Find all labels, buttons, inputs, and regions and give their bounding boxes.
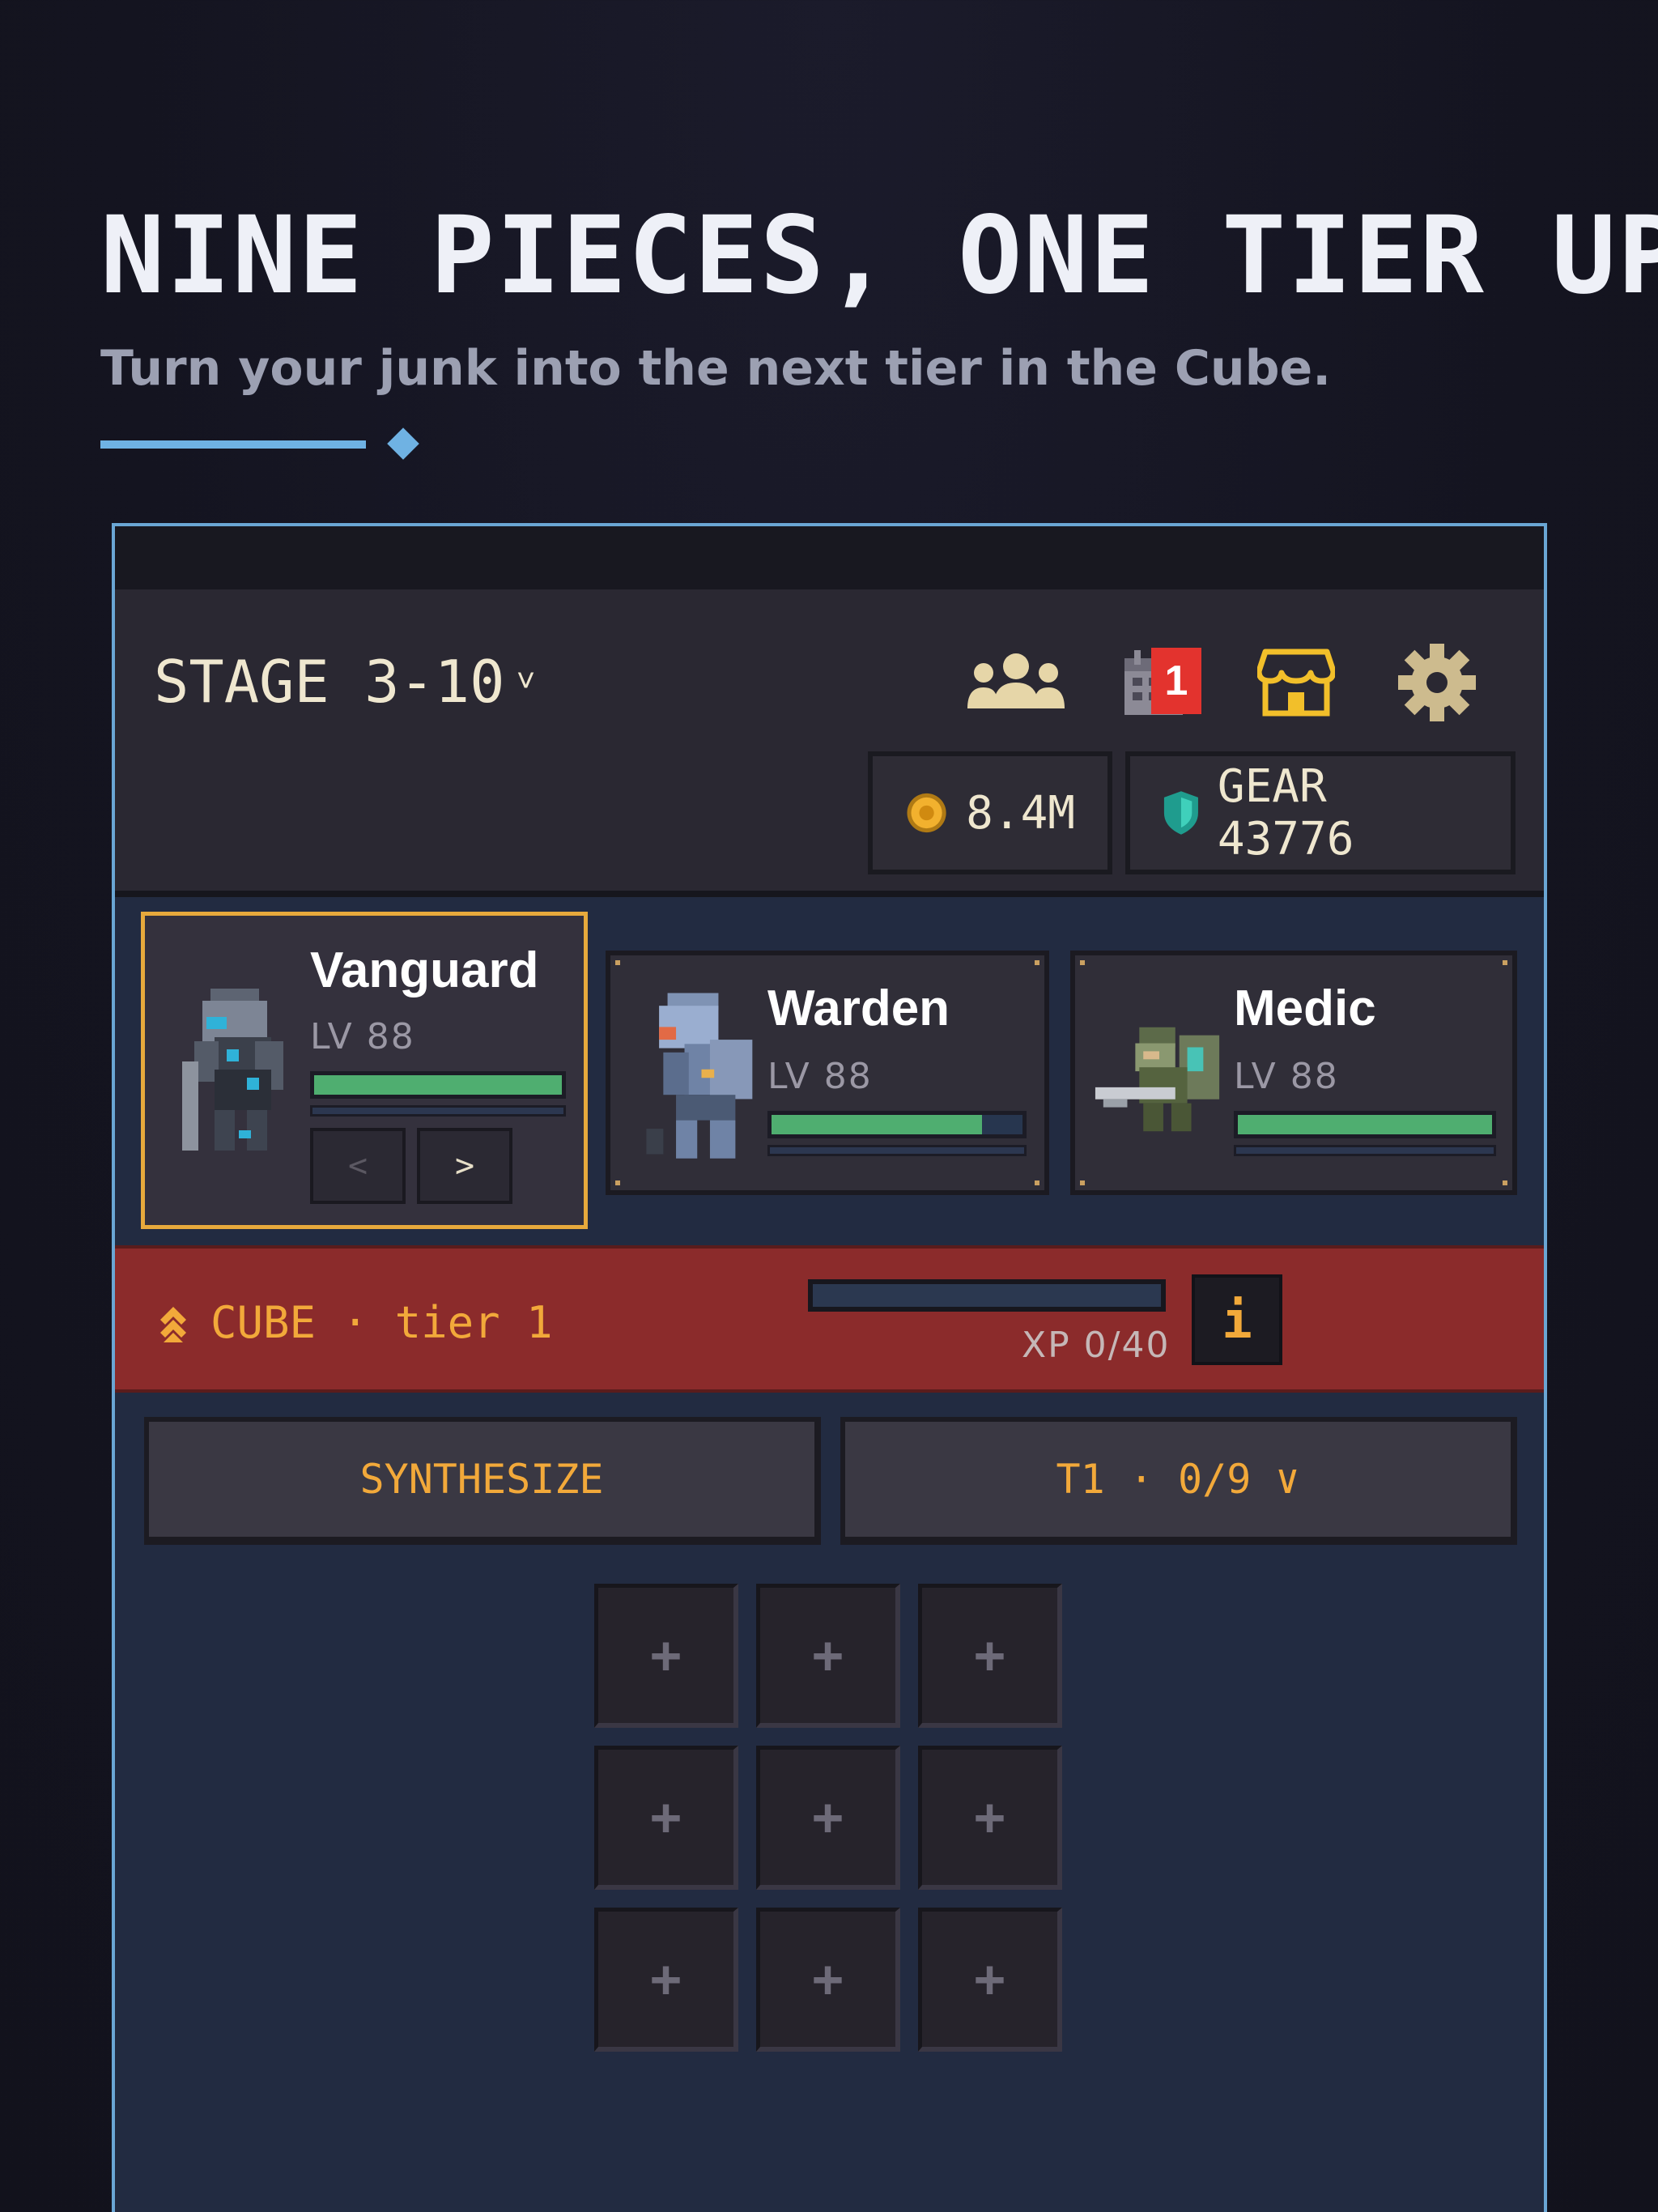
xp-bar (1234, 1145, 1496, 1156)
empty-slot[interactable]: + (594, 1908, 738, 2052)
cube-xp-bar (808, 1279, 1166, 1312)
cube-tier-label: CUBE · tier 1 (210, 1297, 553, 1348)
friends-button[interactable] (963, 630, 1069, 735)
xp-bar (310, 1105, 566, 1117)
prev-hero-button[interactable]: < (310, 1128, 406, 1204)
hp-fill (314, 1075, 562, 1095)
warden-portrait (646, 993, 753, 1159)
corner-rivet (1035, 1180, 1039, 1185)
cube-header: CUBE · tier 1 XP 0/40 i (115, 1245, 1544, 1393)
hp-bar (1234, 1111, 1496, 1138)
cube-xp-text: XP 0/40 (1022, 1325, 1171, 1366)
corner-rivet (615, 1180, 620, 1185)
empty-slot[interactable]: + (756, 1908, 900, 2052)
corner-rivet (1035, 960, 1039, 965)
vanguard-portrait (182, 989, 283, 1151)
empty-slot[interactable]: + (594, 1584, 738, 1728)
tier-filter-dropdown[interactable]: T1 · 0/9 ∨ (840, 1417, 1517, 1545)
empty-slot[interactable]: + (918, 1746, 1062, 1890)
hero-level: LV 88 (1234, 1056, 1339, 1097)
coin-amount: 8.4M (966, 786, 1075, 840)
xp-bar (767, 1145, 1027, 1156)
medic-portrait (1095, 1027, 1220, 1132)
group-icon (967, 653, 1065, 708)
hero-card-vanguard[interactable]: Vanguard LV 88 < > (141, 912, 588, 1229)
corner-rivet (1080, 960, 1085, 965)
promo-headline: NINE PIECES, ONE TIER UP (100, 194, 1658, 318)
calendar-button[interactable]: 1 (1101, 630, 1206, 735)
game-screen: STAGE 3-10 ˅ 1 8.4M GEAR 43776 Vanguard … (112, 523, 1547, 2212)
hp-fill (772, 1115, 983, 1134)
gear-score[interactable]: GEAR 43776 (1125, 751, 1516, 874)
info-button[interactable]: i (1192, 1274, 1282, 1365)
hp-fill (1238, 1115, 1492, 1134)
hero-roster: Vanguard LV 88 < > Warden LV 88 Medic LV… (115, 897, 1544, 1253)
empty-slot[interactable]: + (756, 1746, 900, 1890)
diamond-icon (387, 428, 419, 460)
hero-name: Warden (767, 981, 950, 1036)
chevron-down-icon: ˅ (516, 661, 536, 700)
empty-slot[interactable]: + (918, 1908, 1062, 2052)
shield-icon (1163, 791, 1198, 835)
stage-label: STAGE 3-10 (154, 648, 505, 716)
empty-slot[interactable]: + (918, 1584, 1062, 1728)
status-strip (115, 526, 1544, 589)
hp-bar (767, 1111, 1027, 1138)
corner-rivet (1503, 960, 1507, 965)
gear-icon (1398, 644, 1476, 721)
empty-slot[interactable]: + (756, 1584, 900, 1728)
hero-name: Medic (1234, 981, 1376, 1036)
notification-badge: 1 (1151, 648, 1201, 714)
coin-icon (907, 793, 946, 833)
hp-bar (310, 1071, 566, 1099)
corner-rivet (615, 960, 620, 965)
stage-selector[interactable]: STAGE 3-10 ˅ (154, 648, 536, 716)
gear-score-label: GEAR 43776 (1217, 760, 1354, 866)
hero-level: LV 88 (767, 1056, 873, 1097)
coin-counter[interactable]: 8.4M (868, 751, 1112, 874)
shop-icon (1257, 649, 1335, 717)
shop-button[interactable] (1244, 630, 1349, 735)
hero-name: Vanguard (310, 942, 539, 998)
title-underline (100, 440, 366, 449)
synthesize-button[interactable]: SYNTHESIZE (144, 1417, 821, 1545)
next-hero-button[interactable]: > (417, 1128, 512, 1204)
cube-title: CUBE · tier 1 (157, 1297, 553, 1348)
empty-slot[interactable]: + (594, 1746, 738, 1890)
rank-chevrons-icon (160, 1306, 186, 1342)
top-bar: STAGE 3-10 ˅ 1 8.4M GEAR 43776 (115, 589, 1544, 897)
hero-level: LV 88 (310, 1016, 415, 1057)
settings-button[interactable] (1384, 630, 1490, 735)
corner-rivet (1080, 1180, 1085, 1185)
hero-card-warden[interactable]: Warden LV 88 (606, 951, 1049, 1195)
corner-rivet (1503, 1180, 1507, 1185)
promo-subline: Turn your junk into the next tier in the… (100, 340, 1332, 397)
hero-card-medic[interactable]: Medic LV 88 (1070, 951, 1517, 1195)
